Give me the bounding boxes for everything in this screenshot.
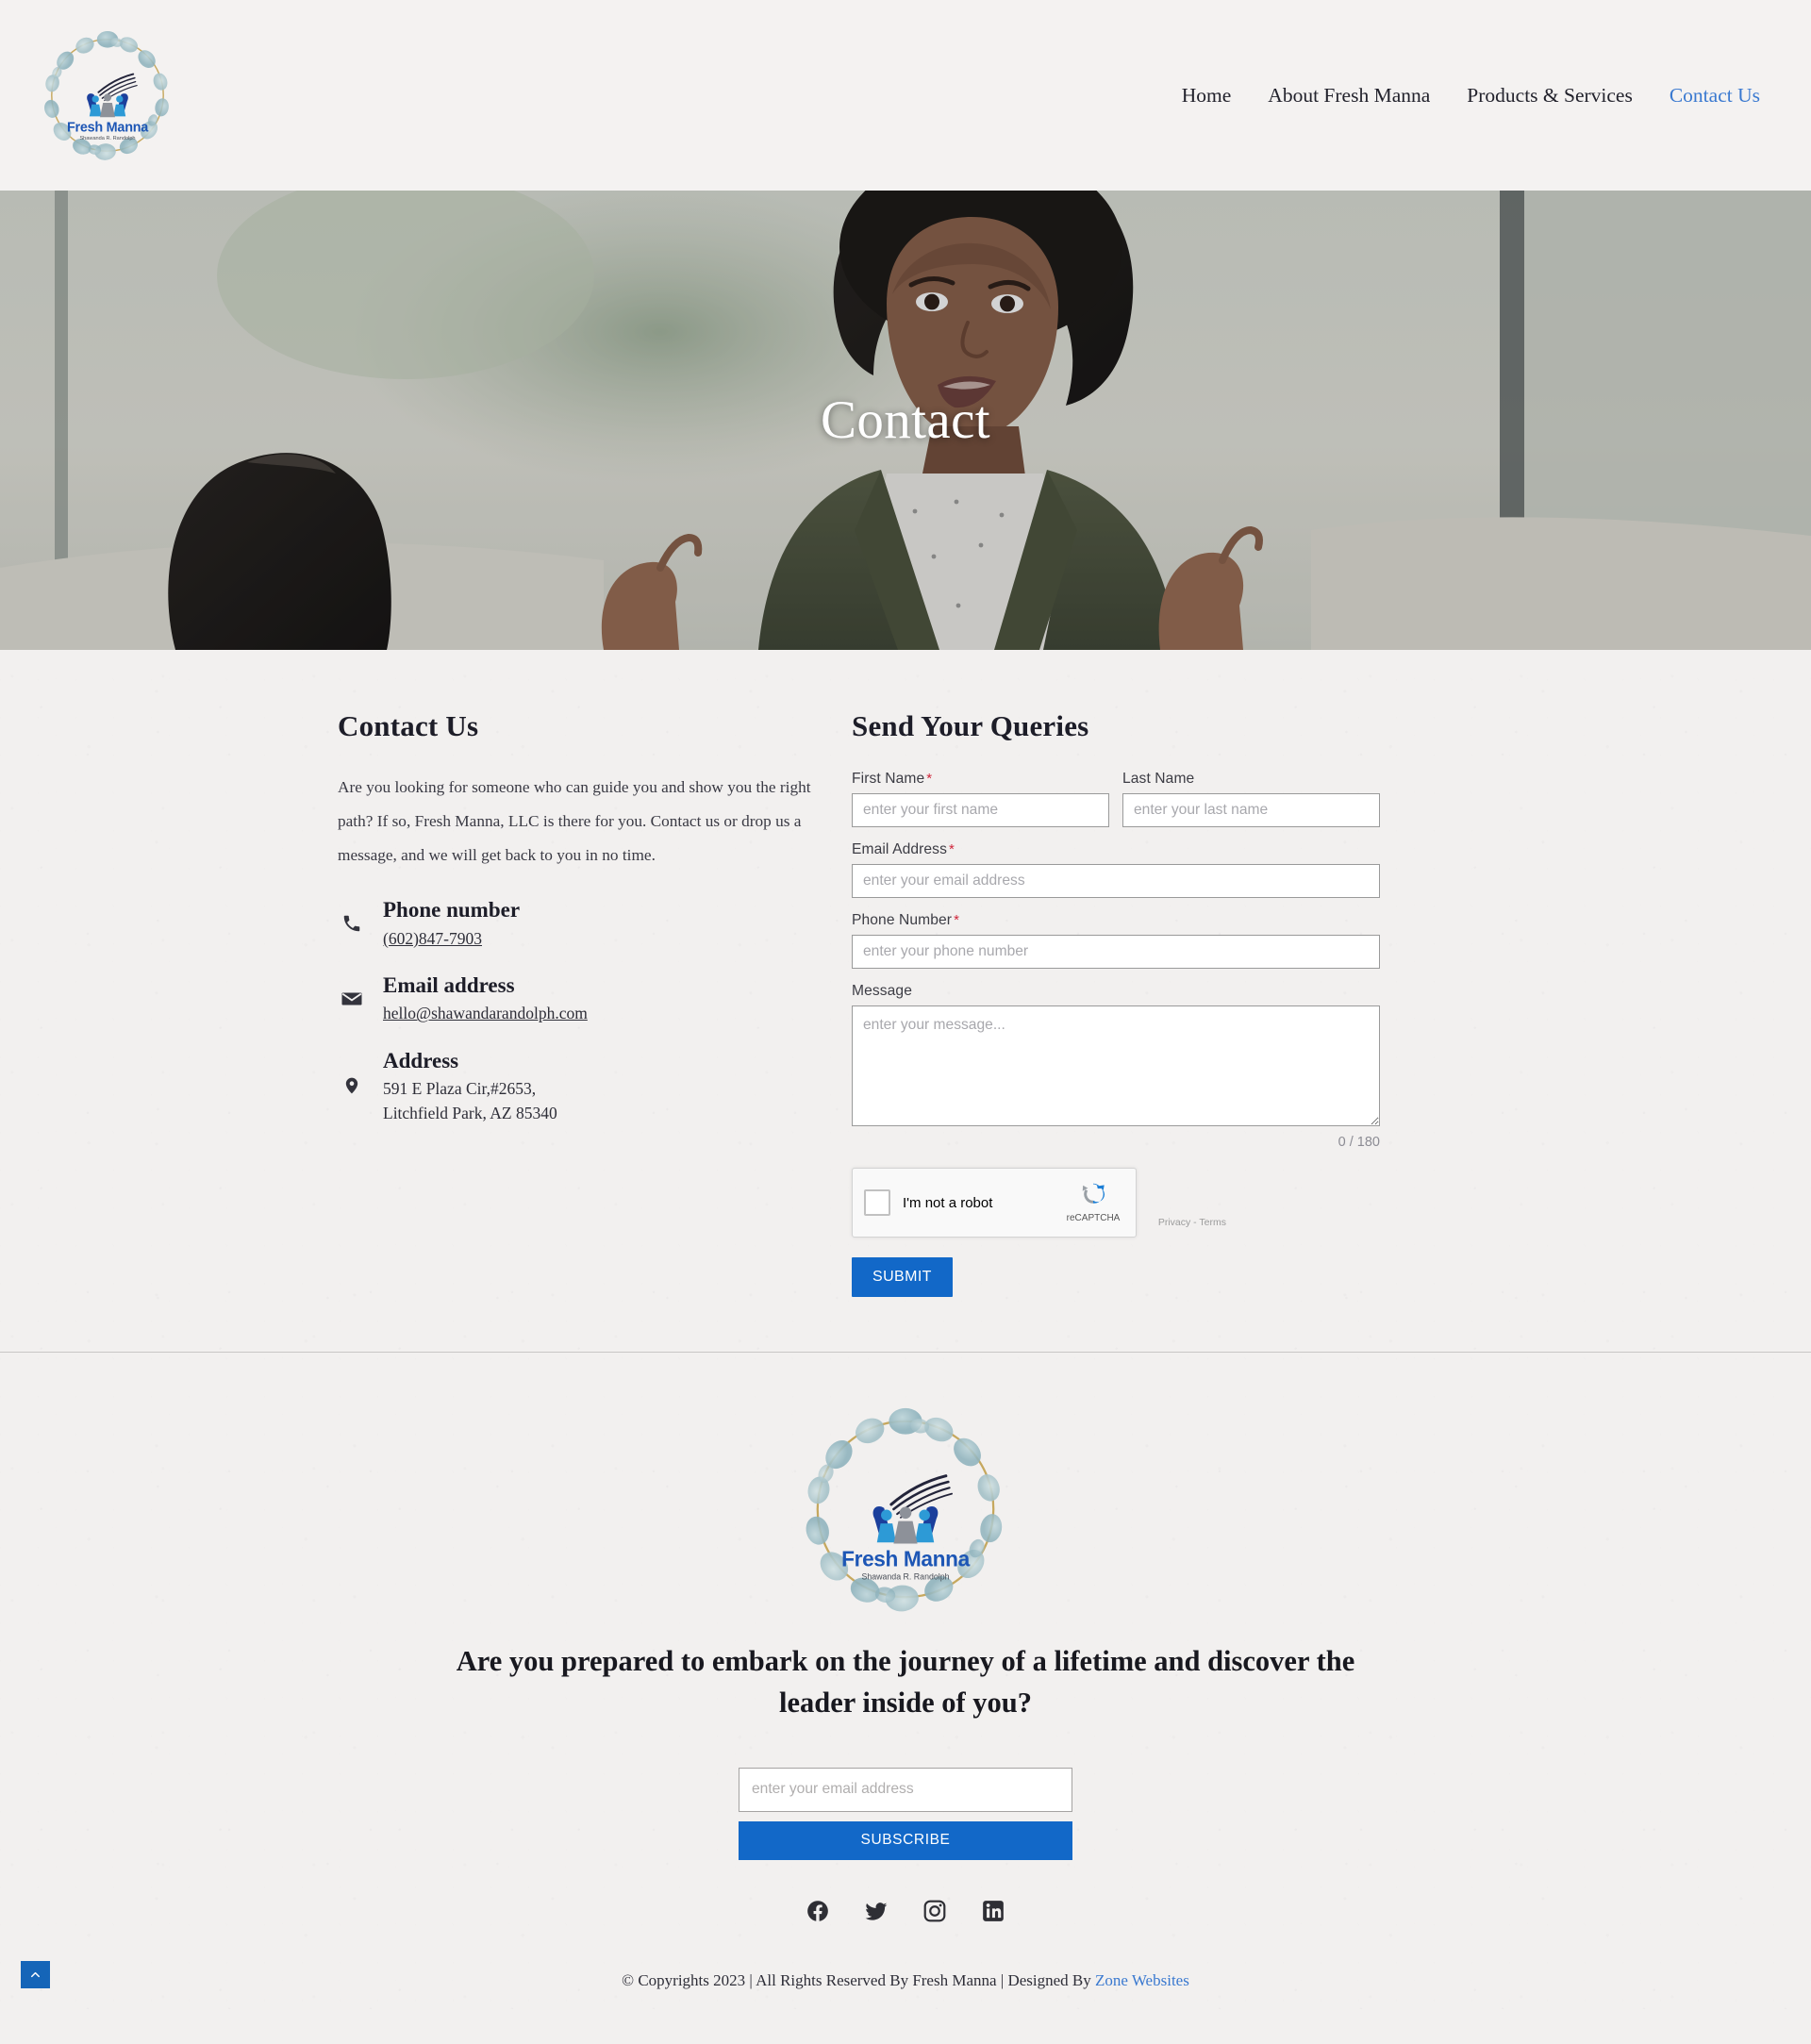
phone-link[interactable]: (602)847-7903 — [383, 927, 520, 951]
submit-button[interactable]: SUBMIT — [852, 1257, 953, 1297]
message-required-marker — [912, 983, 914, 999]
recaptcha-box[interactable]: I'm not a robot reCAPTCHA — [852, 1168, 1137, 1238]
message-field-group: Message 0 / 180 — [852, 983, 1380, 1150]
nav-item-products-services[interactable]: Products & Services — [1467, 84, 1633, 108]
recaptcha-icon — [1082, 1183, 1105, 1204]
svg-text:Shawanda R. Randolph: Shawanda R. Randolph — [861, 1571, 949, 1581]
address-label: Address — [383, 1048, 459, 1072]
subscribe-form: SUBSCRIBE — [739, 1767, 1072, 1860]
first-name-label: First Name * — [852, 771, 1109, 788]
form-heading: Send Your Queries — [852, 709, 1089, 742]
footer-cta-heading: Are you prepared to embark on the journe… — [456, 1645, 1355, 1719]
contact-intro-text: Are you looking for someone who can guid… — [338, 778, 811, 864]
svg-text:Fresh Manna: Fresh Manna — [67, 120, 149, 135]
subscribe-button[interactable]: SUBSCRIBE — [739, 1820, 1072, 1860]
site-footer: Fresh Manna Shawanda R. Randolph Are you… — [0, 1353, 1811, 2009]
instagram-icon[interactable] — [922, 1899, 947, 1923]
nav-item-home[interactable]: Home — [1182, 84, 1232, 108]
address-line-1: 591 E Plaza Cir,#2653, — [383, 1079, 537, 1099]
copyright-bar: © Copyrights 2023 | All Rights Reserved … — [0, 1955, 1811, 2009]
copyright-text: © Copyrights 2023 | All Rights Reserved … — [622, 1970, 1095, 1989]
recaptcha-widget: I'm not a robot reCAPTCHA Privacy - Term… — [852, 1168, 1226, 1238]
last-name-label-text: Last Name — [1122, 771, 1195, 787]
chevron-up-icon — [31, 1971, 40, 1977]
phone-label-form: Phone Number * — [852, 912, 1380, 929]
email-label: Email address — [383, 973, 515, 998]
svg-text:Fresh Manna: Fresh Manna — [841, 1546, 970, 1570]
recaptcha-legal-text: Privacy - Terms — [1157, 1217, 1226, 1228]
contact-email-row: Email address hello@shawandarandolph.com — [338, 972, 814, 1026]
last-name-input[interactable] — [1122, 793, 1380, 827]
message-textarea[interactable] — [852, 1005, 1380, 1126]
phone-label: Phone number — [383, 898, 521, 922]
wreath-logo-icon: Fresh Manna Shawanda R. Randolph — [32, 14, 183, 176]
twitter-icon[interactable] — [864, 1899, 889, 1923]
hero-banner: Contact — [0, 191, 1811, 650]
recaptcha-checkbox[interactable] — [864, 1189, 890, 1216]
designer-link[interactable]: Zone Websites — [1095, 1971, 1189, 1989]
phone-field-group: Phone Number * — [852, 912, 1380, 969]
main-content: Contact Us Are you looking for someone w… — [0, 650, 1811, 1352]
recaptcha-label: I'm not a robot — [903, 1194, 993, 1211]
site-header: Fresh Manna Shawanda R. Randolph Home Ab… — [0, 0, 1811, 191]
hero-title: Contact — [820, 391, 991, 450]
footer-wreath-logo-icon: Fresh Manna Shawanda R. Randolph — [787, 1390, 1024, 1628]
email-link[interactable]: hello@shawandarandolph.com — [383, 1002, 588, 1025]
nav-item-about-fresh-manna[interactable]: About Fresh Manna — [1268, 84, 1430, 108]
email-label: Email Address * — [852, 841, 1380, 858]
contact-phone-row: Phone number (602)847-7903 — [338, 896, 814, 951]
back-to-top-button[interactable] — [21, 1960, 50, 1988]
subscribe-email-input[interactable] — [739, 1767, 1072, 1812]
phone-required-marker: * — [954, 912, 960, 928]
first-name-field-group: First Name * — [852, 771, 1109, 827]
email-input[interactable] — [852, 864, 1380, 898]
contact-address-row: Address 591 E Plaza Cir,#2653, Litchfiel… — [338, 1047, 814, 1125]
email-label-text: Email Address — [852, 841, 947, 857]
social-links — [0, 1899, 1811, 1923]
email-field-group: Email Address * — [852, 841, 1380, 898]
main-navigation: Home About Fresh Manna Products & Servic… — [1182, 84, 1760, 108]
message-label-text: Message — [852, 983, 912, 999]
queries-form-column: Send Your Queries First Name* Last Name — [852, 709, 1380, 1297]
svg-text:Shawanda R. Randolph: Shawanda R. Randolph — [79, 136, 135, 141]
last-name-required-marker — [1194, 771, 1196, 787]
last-name-label: Last Name — [1122, 771, 1380, 788]
email-required-marker: * — [948, 841, 955, 857]
first-name-label-text: First Name — [852, 771, 925, 787]
phone-input[interactable] — [852, 935, 1380, 969]
footer-logo[interactable]: Fresh Manna Shawanda R. Randolph — [787, 1390, 1024, 1628]
nav-item-contact-us[interactable]: Contact Us — [1670, 84, 1760, 108]
address-line-2: Litchfield Park, AZ 85340 — [383, 1103, 557, 1122]
first-name-input[interactable] — [852, 793, 1109, 827]
message-label: Message — [852, 983, 1380, 1000]
recaptcha-brand: reCAPTCHA — [1062, 1180, 1124, 1225]
phone-icon — [338, 913, 366, 934]
facebook-icon[interactable] — [806, 1899, 830, 1923]
last-name-field-group: Last Name — [1122, 771, 1380, 827]
message-character-counter: 0 / 180 — [1337, 1135, 1380, 1150]
contact-heading: Contact Us — [338, 709, 479, 742]
linkedin-icon[interactable] — [981, 1899, 1005, 1923]
recaptcha-brand-text: reCAPTCHA — [1066, 1213, 1121, 1223]
site-logo[interactable]: Fresh Manna Shawanda R. Randolph — [32, 14, 183, 176]
map-pin-icon — [338, 1074, 366, 1097]
first-name-required-marker: * — [926, 771, 933, 787]
phone-label-text: Phone Number — [852, 912, 953, 928]
envelope-icon — [338, 988, 366, 1010]
contact-info-column: Contact Us Are you looking for someone w… — [338, 709, 852, 1297]
